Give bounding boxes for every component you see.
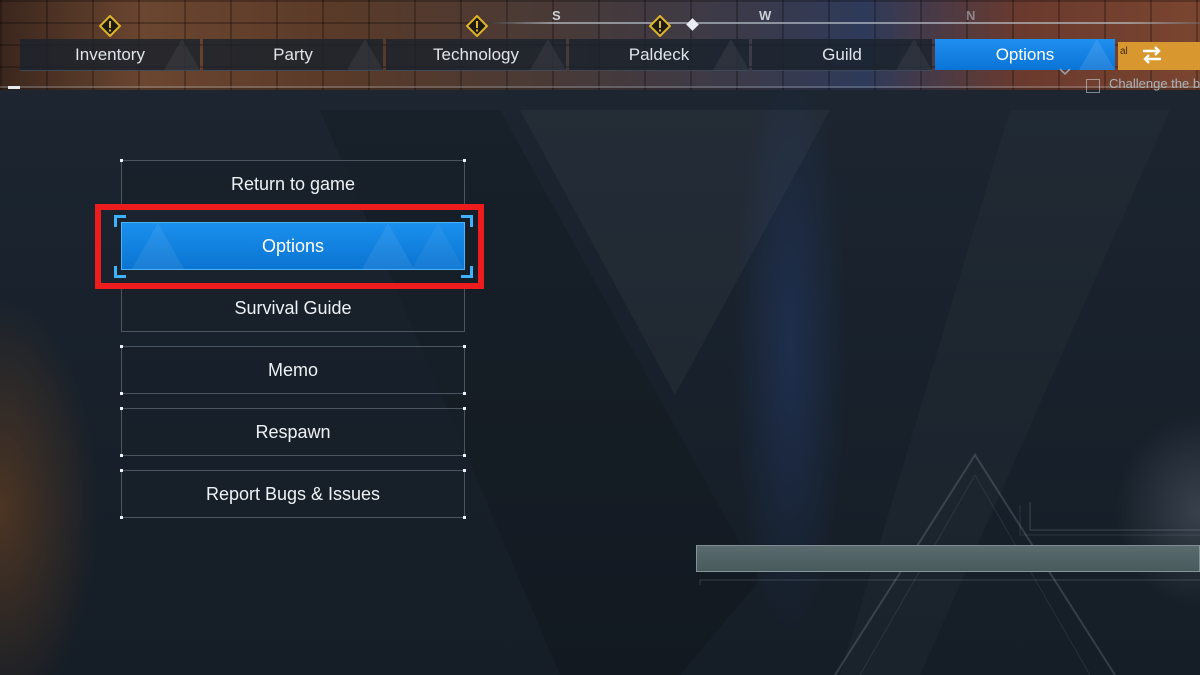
- corner-dot: [463, 516, 466, 519]
- badge-text: al: [1120, 46, 1128, 57]
- corner-dot: [120, 159, 123, 162]
- status-bar: [696, 545, 1200, 572]
- tab-decoration: [164, 39, 200, 70]
- corner-dot: [120, 454, 123, 457]
- quest-checkbox[interactable]: [1086, 79, 1100, 93]
- compass-letter-s: S: [552, 8, 561, 23]
- tab-label: Technology: [432, 45, 519, 64]
- compass-letter-n: N: [966, 8, 976, 23]
- respawn-button[interactable]: Respawn: [120, 407, 466, 457]
- report-bugs-button[interactable]: Report Bugs & Issues: [120, 469, 466, 519]
- tab-decoration: [713, 39, 749, 70]
- warning-icon: [99, 15, 121, 37]
- tab-decoration: [347, 39, 383, 70]
- menu-item-label: Report Bugs & Issues: [205, 484, 381, 504]
- quest-text: Challenge the b: [1109, 76, 1200, 91]
- tab-decoration: [1079, 39, 1115, 70]
- compass-bar: [480, 22, 1200, 24]
- warning-icon: [649, 15, 671, 37]
- menu-item-label: Memo: [267, 360, 318, 380]
- tab-decoration: [530, 39, 566, 70]
- tab-guild[interactable]: Guild: [752, 39, 932, 71]
- corner-dot: [120, 516, 123, 519]
- menu-item-label: Respawn: [255, 422, 331, 442]
- corner-dot: [463, 345, 466, 348]
- warning-icon: [466, 15, 488, 37]
- memo-button[interactable]: Memo: [120, 345, 466, 395]
- compass-letter-w: W: [759, 8, 772, 23]
- tab-decoration: [896, 39, 932, 70]
- corner-dot: [120, 469, 123, 472]
- tab-inventory[interactable]: Inventory: [20, 39, 200, 71]
- swap-arrows-icon[interactable]: [1140, 44, 1164, 66]
- corner-dot: [463, 407, 466, 410]
- tab-label: Paldeck: [628, 45, 690, 64]
- minimize-icon[interactable]: [8, 86, 20, 89]
- tab-label: Options: [995, 45, 1055, 64]
- menu-item-label: Return to game: [230, 174, 356, 194]
- menu-item-label: Survival Guide: [234, 298, 352, 318]
- return-to-game-button[interactable]: Return to game: [120, 159, 466, 208]
- tab-technology[interactable]: Technology: [386, 39, 566, 71]
- corner-dot: [463, 454, 466, 457]
- survival-guide-button[interactable]: Survival Guide: [121, 284, 465, 332]
- tab-label: Inventory: [75, 45, 145, 64]
- corner-dot: [120, 407, 123, 410]
- corner-dot: [463, 392, 466, 395]
- corner-dot: [463, 469, 466, 472]
- corner-dot: [120, 345, 123, 348]
- tab-label: Party: [273, 45, 313, 64]
- chevron-down-icon: [1059, 68, 1071, 76]
- tab-party[interactable]: Party: [203, 39, 383, 71]
- header-divider: [0, 86, 1200, 88]
- tab-paldeck[interactable]: Paldeck: [569, 39, 749, 71]
- annotation-highlight: [95, 204, 484, 289]
- corner-dot: [120, 392, 123, 395]
- corner-dot: [463, 159, 466, 162]
- tab-options[interactable]: Options: [935, 39, 1115, 70]
- tab-label: Guild: [822, 45, 862, 64]
